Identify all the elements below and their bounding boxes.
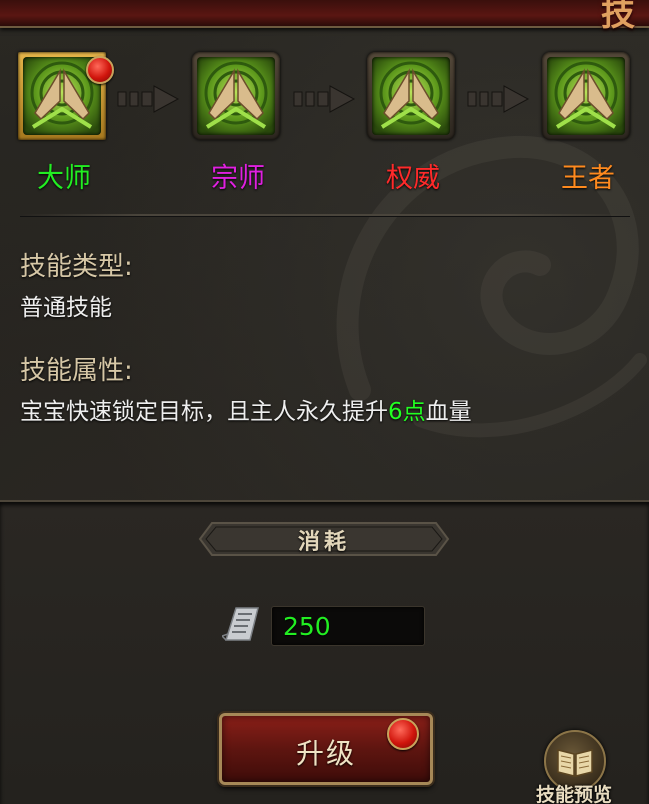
arrow-right-icon (293, 85, 356, 113)
arrow-right-icon (467, 85, 530, 113)
divider (20, 214, 630, 217)
skill-attribute-description: 宝宝快速锁定目标，且主人永久提升6点血量 (20, 392, 472, 426)
notification-dot (86, 56, 114, 84)
praying-hands-icon (547, 57, 625, 135)
attribute-prefix: 宝宝快速锁定目标，且主人永久提升 (20, 399, 388, 425)
tier-icon-wangzhe[interactable] (540, 50, 636, 146)
tier-name-dashi: 大师 (37, 163, 91, 194)
skill-preview-button[interactable]: 技能预览 (526, 728, 622, 804)
skill-preview-label: 技能预览 (535, 784, 612, 804)
skill-type-label: 技能类型: (20, 252, 133, 282)
skill-upgrade-panel: 技 大师 宗师 权威 王者 技能类型: 普通技能 技能属性: 宝宝快速锁定目标，… (0, 0, 649, 804)
cost-value: 250 (283, 612, 331, 641)
praying-hands-icon (197, 57, 275, 135)
attribute-suffix: 血量 (425, 399, 472, 425)
panel-title: 技 (601, 0, 635, 34)
tier-name-zongshi: 宗师 (211, 163, 265, 194)
title-strip: 技 (0, 0, 649, 34)
tier-icon-zongshi[interactable] (190, 50, 286, 146)
tier-icon-dashi[interactable] (16, 50, 114, 146)
attribute-highlight: 6点 (388, 399, 426, 425)
tier-name-wangzhe: 王者 (561, 163, 615, 194)
skill-book-scroll-icon (222, 607, 259, 641)
notification-dot (387, 718, 419, 750)
tier-name-quanwei: 权威 (386, 163, 440, 194)
tier-icon-quanwei[interactable] (365, 50, 461, 146)
arrow-right-icon (117, 85, 180, 113)
cost-title: 消耗 (297, 530, 350, 555)
skill-attribute-label: 技能属性: (20, 356, 133, 386)
praying-hands-icon (372, 57, 450, 135)
skill-type-value: 普通技能 (20, 295, 112, 321)
